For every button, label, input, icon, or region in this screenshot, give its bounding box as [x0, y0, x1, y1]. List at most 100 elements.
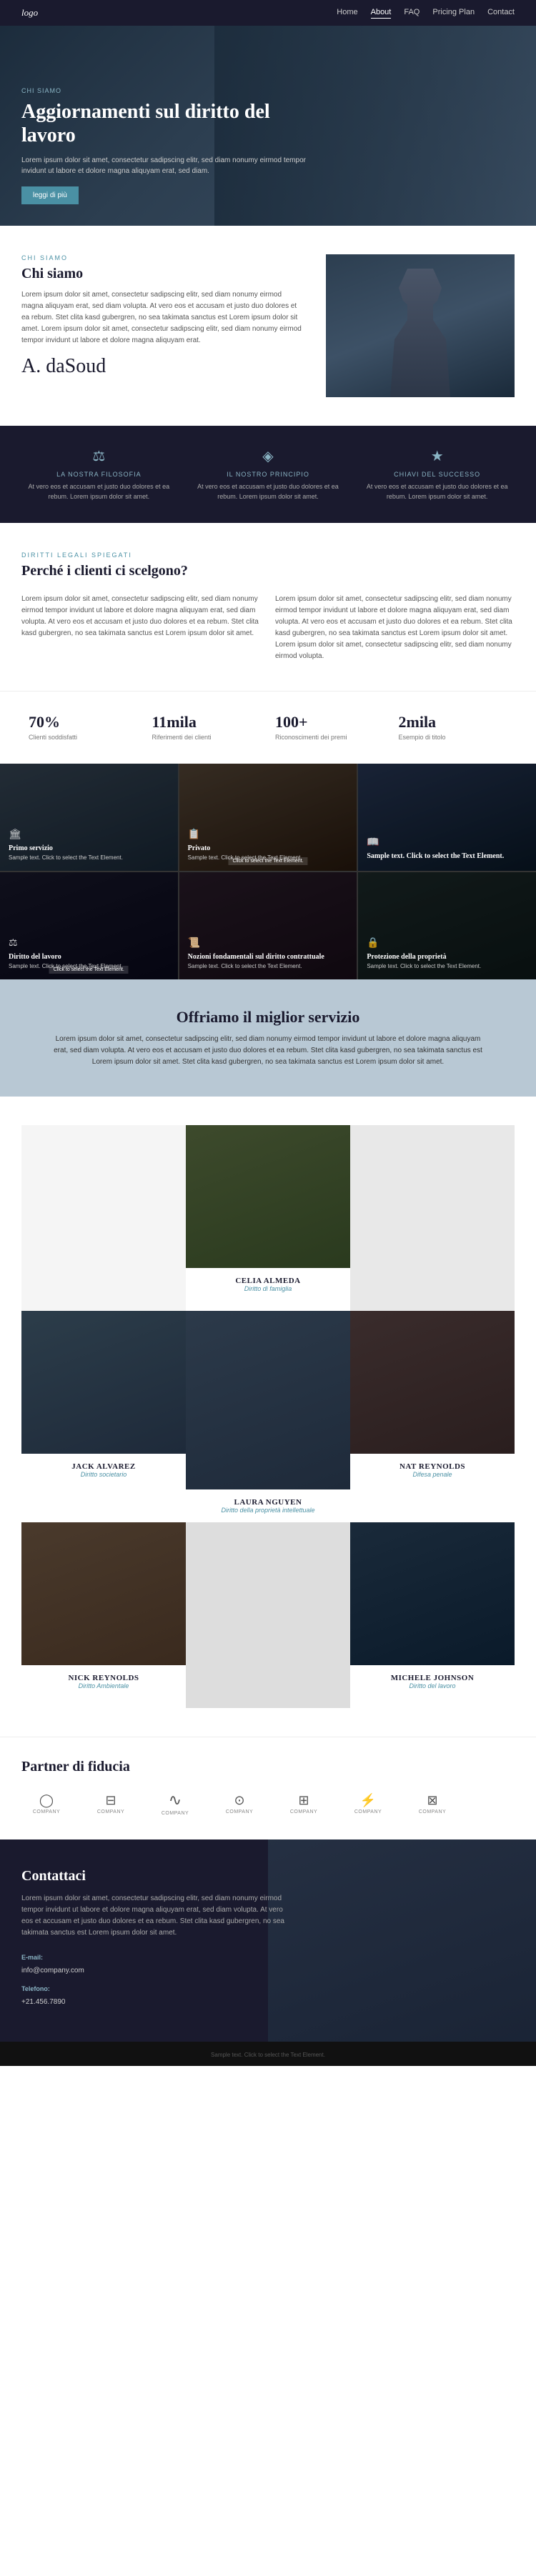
- team-name-nat: NAT REYNOLDS: [356, 1462, 509, 1471]
- nav-faq[interactable]: FAQ: [404, 8, 420, 19]
- service-icon-3: 📖: [367, 837, 527, 849]
- team-info-michele: MICHELE JOHNSON Diritto del lavoro: [350, 1665, 515, 1698]
- team-role-celia: Diritto di famiglia: [192, 1285, 344, 1292]
- partner-text-4: COMPANY: [226, 1809, 253, 1814]
- nav-links: Home About FAQ Pricing Plan Contact: [337, 8, 515, 19]
- partners-title: Partner di fiducia: [21, 1759, 515, 1775]
- team-name-michele: MICHELE JOHNSON: [356, 1674, 509, 1682]
- why-text-left: Lorem ipsum dolor sit amet, consectetur …: [21, 594, 261, 662]
- team-empty-2: [350, 1125, 515, 1311]
- team-name-jack: JACK ALVAREZ: [27, 1462, 180, 1471]
- partners-logos: ◯ COMPANY ⊟ COMPANY ∿ COMPANY ⊙ COMPANY …: [21, 1789, 515, 1818]
- team-info-nat: NAT REYNOLDS Difesa penale: [350, 1454, 515, 1487]
- principle-text-1: At vero eos et accusam et justo duo dolo…: [21, 482, 177, 501]
- principle-text-2: At vero eos et accusam et justo duo dolo…: [191, 482, 346, 501]
- team-empty-3: [186, 1522, 350, 1708]
- nav-contact[interactable]: Contact: [487, 8, 515, 19]
- hero-section: CHI SIAMO Aggiornamenti sul diritto del …: [0, 26, 536, 226]
- partner-icon-2: ⊟: [105, 1793, 116, 1808]
- partner-icon-4: ⊙: [234, 1793, 244, 1808]
- principle-icon-3: ★: [359, 447, 515, 465]
- principle-icon-2: ◈: [191, 447, 346, 465]
- principle-label-1: LA NOSTRA FILOSOFIA: [21, 471, 177, 478]
- partner-logo-1: ◯ COMPANY: [21, 1789, 71, 1818]
- stat-number-2: 11mila: [152, 713, 262, 732]
- person-silhouette: [377, 269, 463, 397]
- service-title-4: Diritto del lavoro: [9, 953, 169, 961]
- partner-icon-1: ◯: [39, 1793, 54, 1808]
- service-card-1[interactable]: 🏛 Primo servizio Sample text. Click to s…: [0, 764, 178, 871]
- team-role-laura: Diritto della proprietà intellettuale: [192, 1507, 344, 1514]
- team-member-nat: NAT REYNOLDS Difesa penale: [350, 1311, 515, 1522]
- nav-about[interactable]: About: [371, 8, 392, 19]
- about-title: Chi siamo: [21, 266, 304, 282]
- partner-logo-6: ⚡ COMPANY: [343, 1789, 393, 1818]
- partner-logo-4: ⊙ COMPANY: [214, 1789, 264, 1818]
- best-service-title: Offriamo il miglior servizio: [21, 1008, 515, 1027]
- service-card-6[interactable]: 🔒 Protezione della proprietà Sample text…: [358, 872, 536, 979]
- why-header: DIRITTI LEGALI SPIEGATI Perché i clienti…: [21, 551, 515, 579]
- team-grid: CELIA ALMEDA Diritto di famiglia JACK AL…: [21, 1125, 515, 1708]
- partner-text-2: COMPANY: [97, 1809, 124, 1814]
- principles-section: ⚖ LA NOSTRA FILOSOFIA At vero eos et acc…: [0, 426, 536, 523]
- service-card-5[interactable]: 📜 Nozioni fondamentali sul diritto contr…: [179, 872, 357, 979]
- service-sample-6: Sample text. Click to select the Text El…: [367, 963, 527, 970]
- partner-logo-7: ⊠ COMPANY: [407, 1789, 457, 1818]
- hero-title: Aggiornamenti sul diritto del lavoro: [21, 100, 322, 148]
- team-photo-michele: [350, 1522, 515, 1665]
- contact-phone-value: +21.456.7890: [21, 1998, 65, 2006]
- service-title-5: Nozioni fondamentali sul diritto contrat…: [188, 953, 349, 961]
- service-icon-4: ⚖: [9, 937, 169, 949]
- partner-text-3: COMPANY: [162, 1811, 189, 1816]
- contact-section: Contattaci Lorem ipsum dolor sit amet, c…: [0, 1839, 536, 2042]
- stats-section: 70% Clienti soddisfatti 11mila Riferimen…: [0, 691, 536, 764]
- best-service-text: Lorem ipsum dolor sit amet, consectetur …: [54, 1034, 482, 1068]
- team-member-michele: MICHELE JOHNSON Diritto del lavoro: [350, 1522, 515, 1708]
- team-member-laura: LAURA NGUYEN Diritto della proprietà int…: [186, 1311, 350, 1522]
- nav-home[interactable]: Home: [337, 8, 357, 19]
- hero-content: CHI SIAMO Aggiornamenti sul diritto del …: [21, 87, 322, 204]
- service-card-3[interactable]: 📖 Sample text. Click to select the Text …: [358, 764, 536, 871]
- why-content: Lorem ipsum dolor sit amet, consectetur …: [21, 594, 515, 662]
- hero-read-more-button[interactable]: Leggi di più: [21, 186, 79, 204]
- contact-background: [268, 1839, 536, 2042]
- team-role-nat: Difesa penale: [356, 1471, 509, 1478]
- stat-label-2: Riferimenti dei clienti: [152, 734, 262, 742]
- service-card-4[interactable]: ⚖ Diritto del lavoro Sample text. Click …: [0, 872, 178, 979]
- service-card-2[interactable]: 📋 Privato Sample text. Click to select t…: [179, 764, 357, 871]
- service-select-note-2: Click to select the Text Element.: [228, 857, 307, 865]
- service-sample-1: Sample text. Click to select the Text El…: [9, 854, 169, 862]
- service-sample-5: Sample text. Click to select the Text El…: [188, 963, 349, 970]
- principle-item-2: ◈ IL NOSTRO PRINCIPIO At vero eos et acc…: [191, 447, 346, 501]
- partner-icon-6: ⚡: [360, 1793, 376, 1808]
- about-text-column: Chi siamo Chi siamo Lorem ipsum dolor si…: [21, 254, 304, 378]
- team-name-nick: NICK REYNOLDS: [27, 1674, 180, 1682]
- service-icon-6: 🔒: [367, 937, 527, 949]
- team-photo-laura: [186, 1311, 350, 1489]
- service-title-3: Sample text. Click to select the Text El…: [367, 852, 527, 860]
- about-label: Chi siamo: [21, 254, 304, 261]
- contact-phone-label: Telefono:: [21, 1985, 50, 1992]
- nav-pricing[interactable]: Pricing Plan: [432, 8, 475, 19]
- navigation: logo Home About FAQ Pricing Plan Contact: [0, 0, 536, 26]
- partner-logo-2: ⊟ COMPANY: [86, 1789, 136, 1818]
- team-role-nick: Diritto Ambientale: [27, 1682, 180, 1689]
- contact-email-value: info@company.com: [21, 1967, 84, 1975]
- service-title-2: Privato: [188, 844, 349, 852]
- partners-section: Partner di fiducia ◯ COMPANY ⊟ COMPANY ∿…: [0, 1737, 536, 1839]
- partner-logo-5: ⊞ COMPANY: [279, 1789, 329, 1818]
- about-text: Lorem ipsum dolor sit amet, consectetur …: [21, 289, 304, 346]
- footer: Sample text. Click to select the Text El…: [0, 2042, 536, 2066]
- service-title-6: Protezione della proprietà: [367, 953, 527, 961]
- stat-1: 70% Clienti soddisfatti: [21, 706, 145, 749]
- partner-logo-3: ∿ COMPANY: [150, 1789, 200, 1818]
- service-select-note-4: Click to select the Text Element.: [49, 966, 129, 974]
- team-photo-jack: [21, 1311, 186, 1454]
- principle-icon-1: ⚖: [21, 447, 177, 465]
- principle-item-3: ★ CHIAVI DEL SUCCESSO At vero eos et acc…: [359, 447, 515, 501]
- service-icon-2: 📋: [188, 829, 349, 841]
- nav-logo: logo: [21, 7, 38, 19]
- stat-number-4: 2mila: [399, 713, 508, 732]
- service-icon-5: 📜: [188, 937, 349, 949]
- team-name-laura: LAURA NGUYEN: [192, 1498, 344, 1507]
